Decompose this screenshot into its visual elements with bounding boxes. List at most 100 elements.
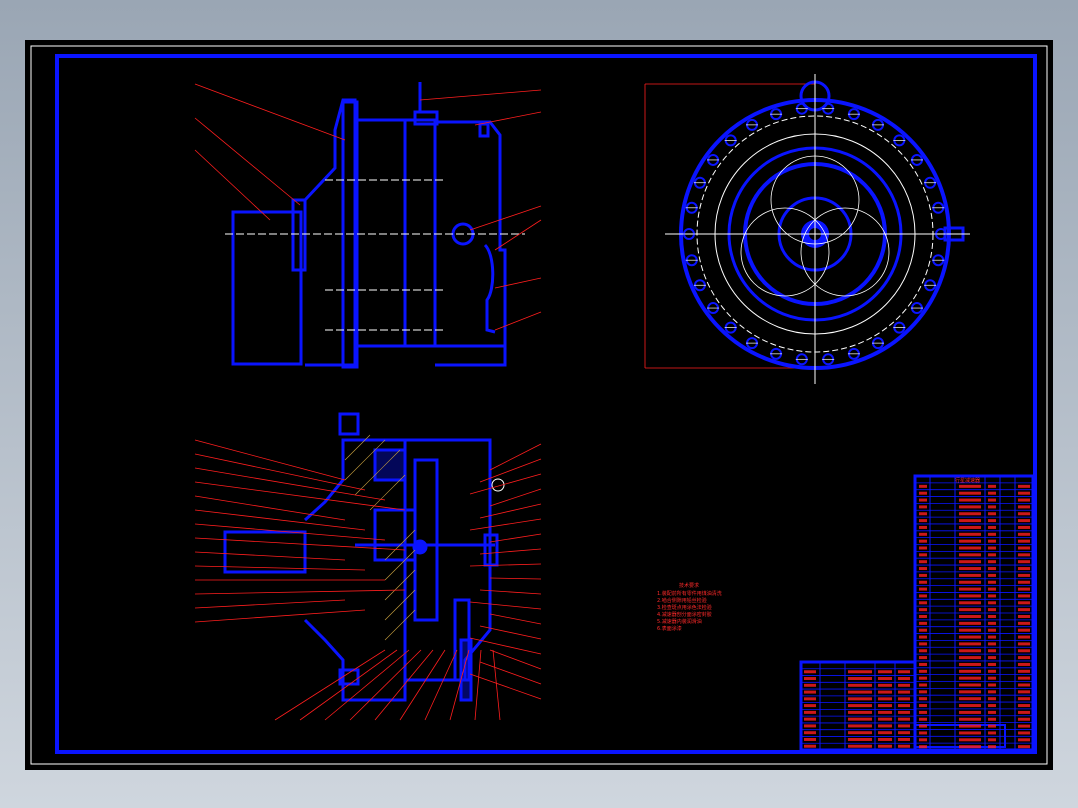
part-entry-mark (898, 690, 910, 694)
part-entry-mark (988, 484, 996, 488)
part-entry-mark (1018, 498, 1030, 502)
part-entry-mark (1018, 546, 1030, 550)
part-entry-mark (988, 601, 996, 605)
part-entry-mark (1018, 635, 1030, 639)
leader-line (324, 649, 410, 721)
section-view (223, 412, 505, 702)
part-entry-mark (804, 710, 816, 714)
part-entry-mark (898, 677, 910, 681)
part-entry-mark (1018, 656, 1030, 660)
part-entry-mark (1018, 710, 1030, 714)
part-entry-mark (919, 628, 927, 632)
part-entry-mark (919, 642, 927, 646)
part-entry-mark (988, 628, 996, 632)
part-entry-mark (959, 512, 981, 516)
part-entry-mark (919, 649, 927, 653)
part-entry-mark (959, 573, 981, 577)
part-entry-mark (988, 662, 996, 666)
part-entry-mark (959, 608, 981, 612)
part-entry-mark (878, 704, 892, 708)
part-entry-mark (1018, 594, 1030, 598)
part-entry-mark (1018, 553, 1030, 557)
part-entry-mark (919, 512, 927, 516)
part-entry-mark (919, 669, 927, 673)
part-entry-mark (919, 738, 927, 742)
part-entry-mark (878, 683, 892, 687)
part-entry-mark (848, 683, 872, 687)
part-entry-mark (804, 690, 816, 694)
part-entry-mark (959, 717, 981, 721)
leader-line (489, 488, 542, 507)
part-entry-mark (919, 491, 927, 495)
leader-line (194, 481, 406, 511)
leader-line (194, 551, 346, 561)
part-entry-mark (959, 491, 981, 495)
part-entry-mark (959, 532, 981, 536)
part-entry-mark (1018, 567, 1030, 571)
part-entry-mark (988, 567, 996, 571)
part-entry-mark (988, 621, 996, 625)
part-entry-mark (919, 704, 927, 708)
part-entry-mark (919, 621, 927, 625)
part-entry-mark (959, 669, 981, 673)
part-entry-mark (919, 484, 927, 488)
part-entry-mark (959, 567, 981, 571)
part-entry-mark (1018, 580, 1030, 584)
part-entry-mark (898, 683, 910, 687)
leader-line (469, 673, 542, 700)
part-entry-mark (804, 697, 816, 701)
part-entry-mark (919, 539, 927, 543)
part-entry-mark (919, 656, 927, 660)
part-entry-mark (959, 560, 981, 564)
part-entry-mark (959, 731, 981, 735)
part-entry-mark (1018, 731, 1030, 735)
outer-frame (30, 45, 1048, 765)
part-entry-mark (1018, 539, 1030, 543)
part-entry-mark (988, 649, 996, 653)
part-entry-mark (988, 731, 996, 735)
part-entry-mark (1018, 512, 1030, 516)
part-entry-mark (959, 642, 981, 646)
leader-line (492, 649, 501, 721)
part-entry-mark (959, 621, 981, 625)
part-entry-mark (959, 519, 981, 523)
part-entry-mark (848, 670, 872, 674)
leader-line (469, 601, 542, 610)
part-entry-mark (878, 737, 892, 741)
part-entry-mark (988, 573, 996, 577)
part-entry-mark (1018, 745, 1030, 749)
part-entry-mark (988, 697, 996, 701)
part-entry-mark (1018, 491, 1030, 495)
part-entry-mark (804, 717, 816, 721)
part-entry-mark (988, 683, 996, 687)
part-entry-mark (1018, 519, 1030, 523)
part-entry-mark (1018, 690, 1030, 694)
part-entry-mark (988, 560, 996, 564)
part-entry-mark (959, 683, 981, 687)
part-entry-mark (919, 505, 927, 509)
part-entry-mark (919, 525, 927, 529)
note-line: 6.表面涂漆 (657, 626, 682, 632)
part-entry-mark (959, 738, 981, 742)
part-entry-mark (1018, 717, 1030, 721)
leader-line (194, 509, 366, 531)
part-entry-mark (1018, 615, 1030, 618)
part-entry-mark (959, 525, 981, 529)
part-entry-mark (1018, 601, 1030, 605)
part-entry-mark (1018, 642, 1030, 646)
part-entry-mark (919, 601, 927, 605)
part-entry-mark (919, 745, 927, 749)
part-entry-mark (988, 525, 996, 529)
part-entry-mark (959, 635, 981, 639)
part-entry-mark (919, 615, 927, 618)
part-entry-mark (1018, 560, 1030, 564)
part-entry-mark (959, 662, 981, 666)
leader-line (469, 473, 542, 495)
part-entry-mark (959, 587, 981, 591)
leader-line (489, 443, 542, 471)
cad-drawing (30, 45, 1048, 765)
part-entry-mark (1018, 608, 1030, 612)
part-entry-mark (988, 539, 996, 543)
part-entry-mark (1018, 525, 1030, 529)
part-entry-mark (1018, 649, 1030, 653)
